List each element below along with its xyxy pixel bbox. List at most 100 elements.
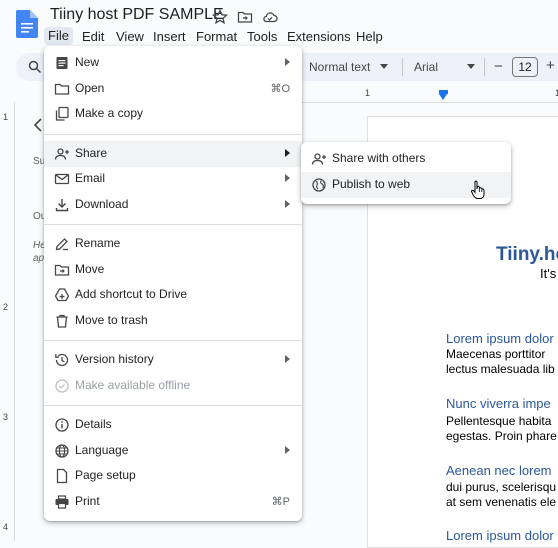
menu-item-label: Version history — [75, 352, 154, 366]
back-arrow-icon[interactable] — [32, 118, 44, 132]
download-icon — [54, 197, 70, 213]
menu-item-label: Publish to web — [332, 177, 411, 191]
ruler-number: 4 — [3, 522, 9, 532]
menu-item-email[interactable]: Email — [44, 166, 302, 192]
hand-pointer-cursor-icon — [470, 180, 486, 200]
menu-edit[interactable]: Edit — [82, 29, 104, 44]
menu-item-language[interactable]: Language — [44, 438, 302, 464]
move-folder-icon — [54, 262, 70, 278]
menu-item-label: Make a copy — [75, 106, 144, 120]
decrease-font-size-button[interactable]: − — [494, 58, 503, 75]
menu-item-download[interactable]: Download — [44, 192, 302, 218]
google-docs-logo-icon[interactable] — [16, 10, 38, 38]
doc-paragraph-line: Pellentesque habita — [446, 414, 552, 428]
menu-extensions[interactable]: Extensions — [287, 29, 351, 44]
menu-item-print[interactable]: Print ⌘P — [44, 489, 302, 515]
doc-paragraph-line: at sem venenatis ele — [446, 495, 557, 509]
menu-item-label: Email — [75, 171, 106, 185]
submenu-arrow-icon — [285, 200, 290, 208]
submenu-arrow-icon — [285, 149, 290, 157]
file-menu: New Open ⌘O Make a copy Share Email Down… — [44, 46, 302, 521]
menu-item-label: Page setup — [75, 468, 136, 482]
copy-icon — [54, 106, 70, 122]
doc-paragraph-line: lectus malesuada lib — [446, 362, 555, 376]
menu-tools[interactable]: Tools — [247, 29, 277, 44]
menu-format[interactable]: Format — [196, 29, 237, 44]
globe-icon — [311, 177, 327, 193]
share-person-icon — [311, 151, 327, 167]
font-family-select[interactable]: Arial — [414, 60, 438, 74]
submenu-arrow-icon — [285, 58, 290, 66]
menu-item-label: Language — [75, 443, 129, 457]
menu-item-rename[interactable]: Rename — [44, 231, 302, 257]
menu-item-shortcut: ⌘O — [270, 83, 290, 95]
pencil-icon — [54, 236, 70, 252]
menu-item-details[interactable]: Details — [44, 412, 302, 438]
menu-item-version-history[interactable]: Version history — [44, 347, 302, 373]
doc-section-heading: Aenean nec lorem — [446, 463, 552, 478]
menu-item-label: Open — [75, 81, 105, 95]
menu-item-label: Add shortcut to Drive — [75, 287, 188, 301]
menu-item-add-shortcut[interactable]: Add shortcut to Drive — [44, 282, 302, 308]
menu-file[interactable]: File — [44, 27, 73, 45]
menu-item-move[interactable]: Move — [44, 257, 302, 283]
menu-item-label: Move — [75, 262, 105, 276]
font-dropdown-icon[interactable] — [467, 64, 475, 69]
doc-paragraph-line: egestas. Proin phare — [446, 429, 557, 443]
horizontal-ruler[interactable]: 1 1 — [302, 86, 558, 103]
menu-insert[interactable]: Insert — [153, 29, 186, 44]
submenu-arrow-icon — [285, 355, 290, 363]
menu-item-label: Rename — [75, 236, 121, 250]
doc-paragraph-line: dui purus, scelerisqu — [446, 480, 557, 494]
menu-item-make-a-copy[interactable]: Make a copy — [44, 101, 302, 127]
menu-item-page-setup[interactable]: Page setup — [44, 463, 302, 489]
menu-item-label: Share with others — [332, 151, 426, 165]
menu-item-label: New — [75, 55, 100, 69]
menu-item-share[interactable]: Share — [44, 141, 302, 167]
increase-font-size-button[interactable]: + — [546, 57, 555, 74]
document-title[interactable]: Tiiny host PDF SAMPLE — [50, 6, 224, 24]
style-dropdown-icon[interactable] — [380, 64, 388, 69]
ruler-number: 1 — [3, 112, 9, 122]
share-person-icon — [54, 146, 70, 162]
info-icon — [54, 417, 70, 433]
menu-item-open[interactable]: Open ⌘O — [44, 76, 302, 102]
doc-heading: Tiiny.ho — [496, 244, 558, 265]
doc-section-heading: Nunc viverra impe — [446, 396, 551, 411]
globe-icon — [54, 443, 70, 459]
vertical-ruler[interactable]: 1 2 3 4 — [0, 102, 15, 541]
toolbar-divider — [484, 58, 485, 76]
offline-check-icon — [54, 378, 70, 394]
printer-icon — [54, 494, 70, 510]
menu-help[interactable]: Help — [356, 29, 383, 44]
menu-item-label: Print — [75, 494, 100, 508]
doc-subtitle: It's — [540, 266, 557, 281]
menu-separator — [44, 134, 302, 135]
ruler-number: 1 — [365, 88, 371, 98]
paragraph-style-select[interactable]: Normal text — [309, 60, 370, 74]
outline-hint-text: ap — [33, 253, 45, 264]
star-icon[interactable] — [212, 9, 228, 25]
email-icon — [54, 171, 70, 187]
cloud-saved-icon[interactable] — [262, 9, 278, 25]
menu-item-label: Make available offline — [75, 378, 191, 392]
menu-item-label: Share — [75, 146, 108, 160]
history-icon — [54, 352, 70, 368]
doc-paragraph-line: Maecenas porttitor — [446, 347, 546, 361]
move-folder-icon[interactable] — [237, 9, 253, 25]
menu-item-make-available-offline: Make available offline — [44, 373, 302, 399]
menu-item-shortcut: ⌘P — [271, 496, 290, 508]
new-document-icon — [54, 55, 70, 71]
font-size-input[interactable]: 12 — [512, 57, 538, 77]
left-indent-marker[interactable] — [439, 94, 447, 100]
trash-icon — [54, 313, 70, 329]
menu-view[interactable]: View — [116, 29, 144, 44]
menu-item-move-to-trash[interactable]: Move to trash — [44, 308, 302, 334]
menu-item-label: Download — [75, 197, 129, 211]
menu-item-new[interactable]: New — [44, 50, 302, 76]
menu-item-share-with-others[interactable]: Share with others — [301, 146, 511, 172]
toolbar-divider — [402, 58, 403, 76]
submenu-arrow-icon — [285, 446, 290, 454]
menu-separator — [44, 224, 302, 225]
search-menus-icon[interactable] — [28, 60, 42, 74]
